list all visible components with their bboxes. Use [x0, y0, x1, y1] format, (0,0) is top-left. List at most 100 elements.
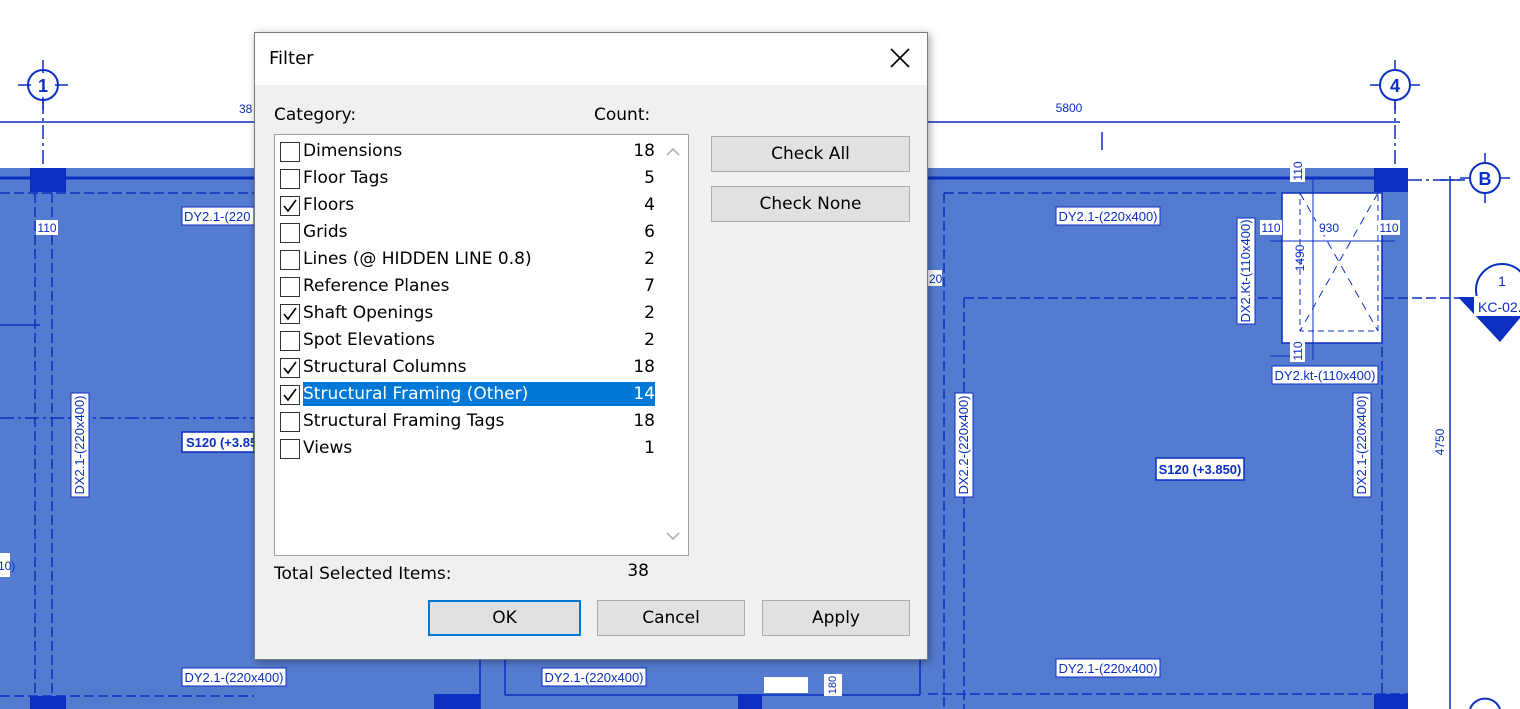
category-label: Shaft Openings: [303, 303, 434, 323]
beam-label-dy21-bottom-mid: DY2.1-(220x400): [545, 670, 644, 685]
checkbox-unchecked[interactable]: [280, 412, 300, 432]
dim-4750: 4750: [1433, 428, 1447, 455]
beam-label-dx21-right: DX2.1-(220x400): [1354, 396, 1369, 495]
category-list[interactable]: 18 Dimensions 5 Floor Tags 4 Floors 6 Grids 2 Lin…: [274, 134, 689, 556]
checkmark-icon: [283, 199, 297, 213]
dim-110-a: 110: [1261, 221, 1280, 235]
category-row[interactable]: 4 Floors: [277, 191, 657, 218]
category-count: 2: [644, 330, 655, 350]
category-label: Floors: [303, 195, 355, 215]
misc-180: 180: [827, 676, 839, 694]
ok-button[interactable]: OK: [428, 600, 581, 636]
scroll-down-icon[interactable]: [664, 527, 682, 545]
slab-label-left: S120 (+3.850: [186, 435, 264, 450]
category-label: Views: [303, 438, 353, 458]
beam-label-dx2kt: DX2.Kt-(110x400): [1238, 219, 1253, 322]
filter-dialog: Filter Category: Count: 18 Dimensions 5 Flo…: [254, 32, 928, 660]
checkbox-unchecked[interactable]: [280, 169, 300, 189]
dim-110-e: 110: [37, 221, 56, 235]
beam-label-dy21-top-right: DY2.1-(220x400): [1059, 209, 1158, 224]
category-label: Dimensions: [303, 141, 403, 161]
dim-930: 930: [1319, 221, 1339, 235]
category-row[interactable]: 18 Dimensions: [277, 137, 657, 164]
dim-1490: 1490: [1293, 244, 1307, 271]
count-header: Count:: [594, 105, 651, 125]
dim-20: 20: [929, 272, 943, 286]
grid-bubble-1[interactable]: 1: [18, 60, 68, 110]
checkbox-unchecked[interactable]: [280, 223, 300, 243]
beam-label-dy21-bottom-left: DY2.1-(220x400): [185, 670, 284, 685]
category-label: Structural Columns: [303, 357, 467, 377]
slab-label-right: S120 (+3.850): [1159, 462, 1242, 477]
beam-label-dy21-bottom-right: DY2.1-(220x400): [1059, 661, 1158, 676]
checkbox-unchecked[interactable]: [280, 331, 300, 351]
section-mark[interactable]: 1 KC-02.: [1458, 263, 1520, 342]
checkbox-unchecked[interactable]: [280, 277, 300, 297]
checkmark-icon: [283, 361, 297, 375]
checkbox-checked[interactable]: [280, 385, 300, 405]
grid-bubble-4[interactable]: 4: [1370, 60, 1420, 110]
grid-bubble-b[interactable]: B: [1460, 153, 1510, 203]
section-number: 1: [1498, 273, 1506, 289]
category-label: Structural Framing Tags: [303, 411, 505, 431]
grid-b-text: B: [1479, 169, 1492, 189]
category-row[interactable]: 7 Reference Planes: [277, 272, 657, 299]
category-count: 18: [633, 411, 655, 431]
category-row[interactable]: 2 Shaft Openings: [277, 299, 657, 326]
check-all-button[interactable]: Check All: [711, 136, 910, 172]
grid-1-text: 1: [38, 76, 48, 96]
category-row[interactable]: 6 Grids: [277, 218, 657, 245]
category-label: Grids: [303, 222, 348, 242]
category-row[interactable]: 18 Structural Framing Tags: [277, 407, 657, 434]
category-label: Floor Tags: [303, 168, 389, 188]
close-icon[interactable]: [881, 39, 919, 77]
beam-label-dy21-top-left: DY2.1-(220: [184, 209, 250, 224]
category-row[interactable]: 14 Structural Framing (Other): [277, 380, 657, 407]
category-row[interactable]: 18 Structural Columns: [277, 353, 657, 380]
dialog-titlebar[interactable]: Filter: [255, 33, 927, 85]
category-label: Structural Framing (Other): [303, 382, 535, 406]
category-row[interactable]: 2 Lines (@ HIDDEN LINE 0.8): [277, 245, 657, 272]
category-count: 18: [633, 357, 655, 377]
total-selected-label: Total Selected Items:: [274, 564, 452, 584]
cancel-button[interactable]: Cancel: [597, 600, 745, 636]
category-count: 4: [644, 195, 655, 215]
apply-button[interactable]: Apply: [762, 600, 910, 636]
column-1b[interactable]: [30, 168, 66, 192]
checkbox-unchecked[interactable]: [280, 142, 300, 162]
dim-110-c: 110: [1291, 161, 1305, 180]
dim-110-d: 110: [1291, 341, 1305, 360]
category-count: 18: [633, 141, 655, 161]
category-count: 1: [644, 438, 655, 458]
category-count: 2: [644, 303, 655, 323]
category-label: Spot Elevations: [303, 330, 435, 350]
category-count: 2: [644, 249, 655, 269]
checkbox-checked[interactable]: [280, 304, 300, 324]
beam-label-dx21-left: DX2.1-(220x400): [72, 396, 87, 495]
dim-10: 10): [0, 559, 15, 573]
section-code: KC-02.: [1478, 299, 1520, 315]
dim-110-b: 110: [1379, 221, 1398, 235]
check-none-button[interactable]: Check None: [711, 186, 910, 222]
list-scrollbar[interactable]: [658, 135, 688, 555]
checkbox-unchecked[interactable]: [280, 250, 300, 270]
beam-label-dy2kt: DY2.kt-(110x400): [1275, 368, 1376, 383]
total-selected-value: 38: [627, 561, 649, 581]
category-count: 6: [644, 222, 655, 242]
category-header: Category:: [274, 105, 357, 125]
checkmark-icon: [283, 388, 297, 402]
beam-label-dx22: DX2.2-(220x400): [956, 396, 971, 495]
dialog-title: Filter: [269, 48, 314, 69]
checkbox-checked[interactable]: [280, 358, 300, 378]
category-row[interactable]: 5 Floor Tags: [277, 164, 657, 191]
column-4b[interactable]: [1374, 168, 1408, 192]
checkbox-checked[interactable]: [280, 196, 300, 216]
category-count: 7: [644, 276, 655, 296]
category-row[interactable]: 1 Views: [277, 434, 657, 461]
dim-5800: 5800: [1056, 101, 1083, 115]
category-count: 5: [644, 168, 655, 188]
category-row[interactable]: 2 Spot Elevations: [277, 326, 657, 353]
scroll-up-icon[interactable]: [664, 143, 682, 161]
checkbox-unchecked[interactable]: [280, 439, 300, 459]
category-label: Lines (@ HIDDEN LINE 0.8): [303, 249, 532, 269]
